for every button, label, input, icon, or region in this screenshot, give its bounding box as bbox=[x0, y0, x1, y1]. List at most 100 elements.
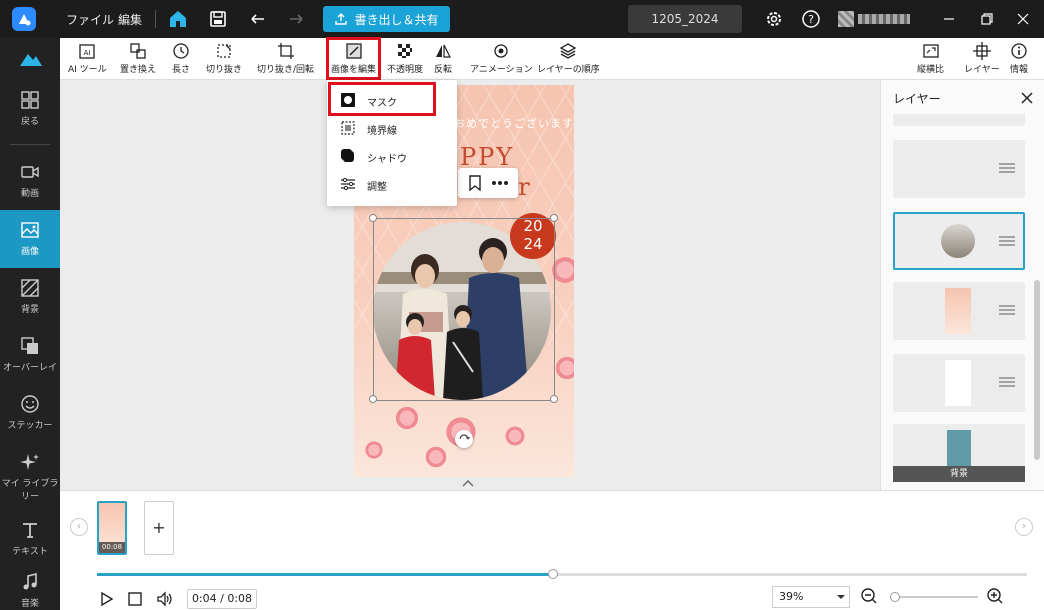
scroll-left-button[interactable]: ‹ bbox=[70, 518, 88, 536]
info-button[interactable]: 情報 bbox=[1010, 42, 1028, 75]
zoom-select[interactable]: 39% bbox=[772, 586, 850, 608]
close-icon[interactable] bbox=[1019, 90, 1035, 106]
overlay-icon bbox=[21, 337, 38, 354]
user-avatar[interactable] bbox=[838, 11, 854, 27]
opacity-button[interactable]: 不透明度 bbox=[387, 42, 423, 75]
layer-order-button[interactable]: レイヤーの順序 bbox=[537, 42, 600, 75]
clock-icon bbox=[173, 43, 189, 59]
layer-card[interactable] bbox=[893, 354, 1025, 412]
divider bbox=[155, 10, 156, 28]
save-icon[interactable] bbox=[208, 9, 228, 29]
aspect-ratio-button[interactable]: 縦横比 bbox=[917, 42, 944, 75]
home-icon[interactable] bbox=[168, 9, 188, 29]
sidebar-item-background[interactable]: 背景 bbox=[0, 268, 60, 326]
stop-icon[interactable] bbox=[126, 590, 144, 608]
blossom-decoration bbox=[424, 445, 448, 469]
project-name[interactable]: 1205_2024 bbox=[628, 5, 742, 33]
hatched-square-icon bbox=[21, 279, 39, 297]
ai-tool-label: AI ツール bbox=[68, 65, 107, 75]
ai-tool-button[interactable]: AI AI ツール bbox=[68, 42, 107, 75]
sidebar-item-video[interactable]: 動画 bbox=[0, 152, 60, 210]
selection-box[interactable] bbox=[369, 214, 558, 403]
layer-panel: レイヤー 背景 bbox=[880, 80, 1044, 490]
sidebar-item-music[interactable]: 音楽 bbox=[0, 566, 60, 610]
minimize-icon[interactable] bbox=[940, 10, 958, 28]
sidebar-item-label: 背景 bbox=[20, 305, 39, 315]
bookmark-icon[interactable] bbox=[468, 175, 482, 191]
crop-rotate-button[interactable]: 切り抜き/回転 bbox=[257, 42, 314, 75]
title-bar: ファイル 編集 書き出し＆共有 1205_2024 ? bbox=[0, 0, 1044, 38]
layers-toggle-button[interactable]: レイヤー bbox=[964, 42, 1000, 75]
animation-icon bbox=[494, 44, 508, 58]
replace-button[interactable]: 置き換え bbox=[120, 42, 156, 75]
sidebar-item-label: マイ ライブラリー bbox=[1, 479, 59, 502]
layer-panel-scrollbar[interactable] bbox=[1034, 280, 1040, 460]
image-icon bbox=[21, 222, 39, 238]
rotate-handle[interactable] bbox=[455, 430, 473, 448]
menu-file[interactable]: ファイル bbox=[66, 11, 114, 28]
upload-icon bbox=[335, 13, 348, 25]
chevron-up-icon[interactable] bbox=[460, 478, 476, 488]
divider bbox=[10, 144, 50, 145]
zoom-in-icon[interactable] bbox=[986, 587, 1004, 605]
dropdown-item-shadow[interactable]: シャドウ bbox=[327, 142, 457, 170]
sidebar-item-label: 画像 bbox=[20, 247, 39, 257]
crop-rotate-label: 切り抜き/回転 bbox=[257, 65, 315, 75]
blossom-decoration bbox=[504, 425, 526, 447]
zoom-slider[interactable] bbox=[890, 592, 978, 602]
resize-handle[interactable] bbox=[550, 214, 558, 222]
volume-icon[interactable] bbox=[156, 590, 174, 608]
rotate-icon bbox=[459, 434, 470, 440]
redo-icon[interactable] bbox=[286, 9, 306, 29]
resize-handle[interactable] bbox=[550, 395, 558, 403]
dropdown-item-adjust[interactable]: 調整 bbox=[327, 170, 457, 198]
drag-handle-icon[interactable] bbox=[999, 304, 1015, 316]
timeline-clip[interactable]: 00:08 bbox=[97, 501, 127, 555]
undo-icon[interactable] bbox=[248, 9, 268, 29]
sidebar-item-back[interactable]: 戻る bbox=[0, 80, 60, 138]
checkerboard-icon bbox=[398, 44, 412, 58]
drag-handle-icon[interactable] bbox=[999, 162, 1015, 174]
resize-handle[interactable] bbox=[369, 214, 377, 222]
sidebar-item-sticker[interactable]: ステッカー bbox=[0, 384, 60, 442]
help-icon[interactable]: ? bbox=[801, 9, 821, 29]
layer-card[interactable] bbox=[893, 282, 1025, 340]
drag-handle-icon[interactable] bbox=[999, 376, 1015, 388]
crop-button[interactable]: 切り抜き bbox=[206, 42, 242, 75]
flip-button[interactable]: 反転 bbox=[434, 42, 452, 75]
export-share-button[interactable]: 書き出し＆共有 bbox=[323, 6, 450, 32]
flip-label: 反転 bbox=[434, 65, 453, 75]
zoom-slider-knob[interactable] bbox=[890, 592, 900, 602]
menu-edit[interactable]: 編集 bbox=[118, 11, 142, 28]
sidebar-item-image[interactable]: 画像 bbox=[0, 210, 60, 268]
length-button[interactable]: 長さ bbox=[172, 42, 190, 75]
close-window-icon[interactable] bbox=[1014, 10, 1032, 28]
time-display: 0:04 / 0:08 bbox=[187, 589, 257, 609]
resize-handle[interactable] bbox=[369, 395, 377, 403]
sidebar-item-my-library[interactable]: マイ ライブラリー bbox=[0, 442, 60, 502]
timeline: ‹ 00:08 + › 0:04 / 0:08 39% bbox=[60, 490, 1044, 610]
layer-card[interactable] bbox=[893, 114, 1025, 126]
dropdown-item-label: 境界線 bbox=[367, 126, 397, 137]
animation-button[interactable]: アニメーション bbox=[470, 42, 533, 75]
restore-icon[interactable] bbox=[978, 10, 996, 28]
play-icon[interactable] bbox=[97, 590, 115, 608]
settings-gear-icon[interactable] bbox=[764, 9, 784, 29]
scroll-right-button[interactable]: › bbox=[1015, 518, 1033, 536]
sidebar-item-text[interactable]: テキスト bbox=[0, 510, 60, 568]
drag-handle-icon[interactable] bbox=[999, 235, 1015, 247]
ai-sparkle-icon: AI bbox=[79, 44, 95, 59]
layer-card-background[interactable]: 背景 bbox=[893, 424, 1025, 482]
progress-knob[interactable] bbox=[547, 569, 558, 579]
length-label: 長さ bbox=[172, 65, 191, 75]
blossom-decoration bbox=[394, 405, 420, 431]
layer-card[interactable] bbox=[893, 140, 1025, 198]
layer-card-selected[interactable] bbox=[893, 212, 1025, 270]
info-icon bbox=[1011, 43, 1027, 59]
sidebar-item-overlay[interactable]: オーバーレイ bbox=[0, 326, 60, 384]
zoom-out-icon[interactable] bbox=[860, 587, 878, 605]
playback-progress-bar[interactable] bbox=[97, 569, 1027, 579]
more-options-icon[interactable] bbox=[492, 180, 508, 186]
add-clip-button[interactable]: + bbox=[144, 501, 174, 555]
dropdown-item-border[interactable]: 境界線 bbox=[327, 114, 457, 142]
